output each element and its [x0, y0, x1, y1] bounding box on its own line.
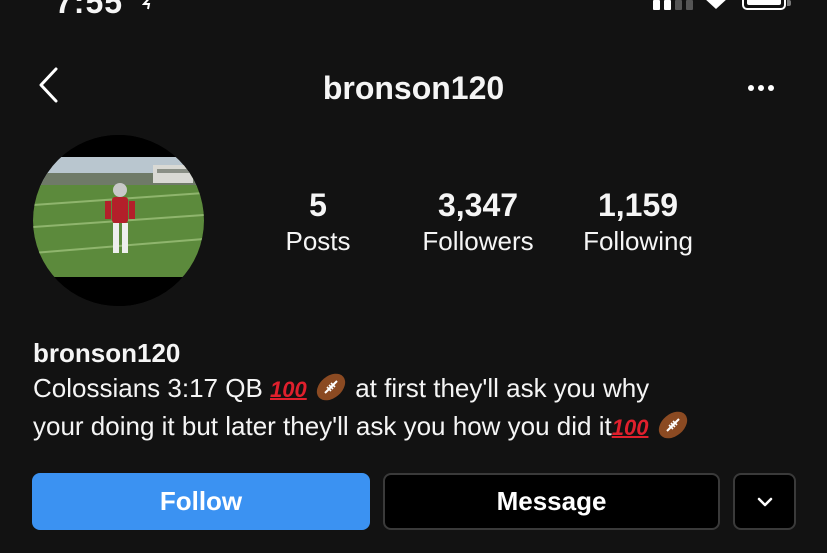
message-button[interactable]: Message — [383, 473, 720, 530]
more-options-icon[interactable] — [748, 82, 780, 94]
wifi-icon — [706, 0, 726, 9]
stat-followers[interactable]: 3,347 Followers — [408, 186, 548, 258]
signal-icon — [653, 0, 693, 10]
battery-icon — [742, 0, 786, 10]
stat-posts[interactable]: 5 Posts — [258, 186, 378, 258]
follow-button[interactable]: Follow — [32, 473, 370, 530]
bio-text-c: your doing it but later they'll ask you … — [33, 411, 612, 441]
chevron-down-icon — [757, 497, 772, 506]
status-bar: 7:55 — [0, 0, 827, 20]
bio-text-a: Colossians 3:17 QB — [33, 373, 263, 403]
profile-bio: bronson120 Colossians 3:17 QB 100 at fir… — [33, 336, 813, 446]
football-emoji-icon — [658, 411, 687, 439]
bio-name: bronson120 — [33, 338, 181, 368]
followers-count: 3,347 — [437, 187, 519, 223]
posts-count: 5 — [309, 187, 327, 223]
bio-line-1: Colossians 3:17 QB 100 at first they'll … — [33, 370, 813, 408]
following-count: 1,159 — [597, 187, 679, 223]
bio-text-b: at first they'll ask you why — [355, 373, 650, 403]
profile-username-title: bronson120 — [322, 70, 505, 106]
hundred-emoji-icon: 100 — [270, 377, 307, 402]
hundred-emoji-icon: 100 — [611, 415, 649, 440]
suggested-accounts-button[interactable] — [733, 473, 796, 530]
stat-following[interactable]: 1,159 Following — [568, 186, 708, 258]
following-label: Following — [583, 226, 693, 256]
posts-label: Posts — [285, 226, 351, 256]
football-emoji-icon — [316, 373, 346, 401]
battery-cap — [787, 0, 791, 6]
followers-label: Followers — [422, 226, 534, 256]
profile-avatar[interactable] — [33, 135, 204, 306]
location-arrow-icon — [142, 0, 151, 10]
status-time: 7:55 — [55, 0, 124, 20]
bio-line-2: your doing it but later they'll ask you … — [33, 408, 813, 446]
profile-header: bronson120 — [0, 60, 827, 118]
